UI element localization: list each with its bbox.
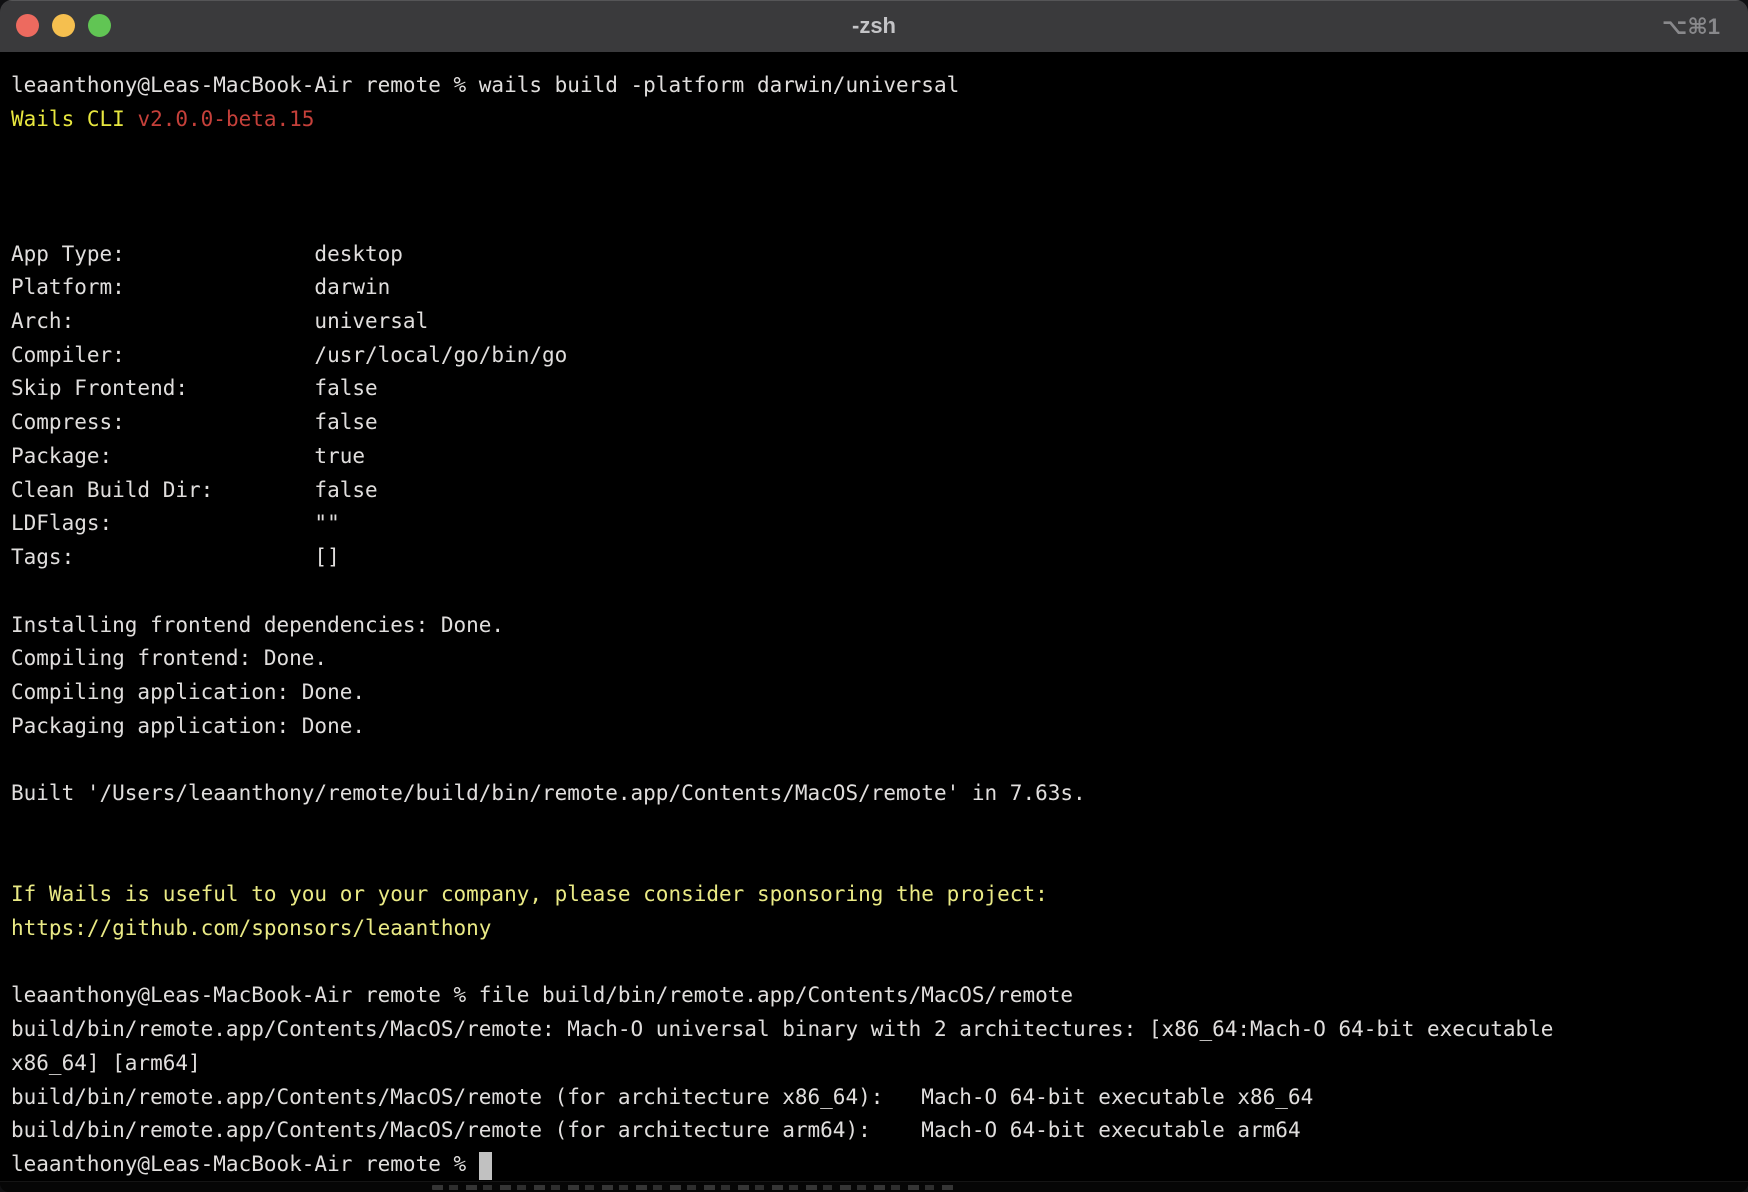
terminal-line <box>11 575 1738 609</box>
terminal-line: Platform: darwin <box>11 271 1738 305</box>
terminal-text-segment: Compiling frontend: Done. <box>11 646 327 670</box>
terminal-text-segment: Compiling application: Done. <box>11 680 365 704</box>
terminal-text-segment: leaanthony@Leas-MacBook-Air remote % fil… <box>11 983 1073 1007</box>
terminal-line: App Type: desktop <box>11 238 1738 272</box>
terminal-text-segment: Package: true <box>11 444 365 468</box>
terminal-line <box>11 845 1738 879</box>
terminal-text-segment: Compiler: /usr/local/go/bin/go <box>11 343 567 367</box>
terminal-text-segment: Skip Frontend: false <box>11 376 378 400</box>
terminal-line <box>11 743 1738 777</box>
terminal-line: Compiling frontend: Done. <box>11 642 1738 676</box>
terminal-line: x86_64] [arm64] <box>11 1047 1738 1081</box>
terminal-line <box>11 946 1738 980</box>
terminal-text-segment: Platform: darwin <box>11 275 390 299</box>
clipped-background-text <box>432 1185 957 1190</box>
terminal-cursor <box>479 1152 492 1180</box>
terminal-text-segment: Wails CLI <box>11 107 137 131</box>
terminal-line: If Wails is useful to you or your compan… <box>11 878 1738 912</box>
terminal-text-segment: leaanthony@Leas-MacBook-Air remote % wai… <box>11 73 959 97</box>
terminal-text-segment: https://github.com/sponsors/leaanthony <box>11 916 491 940</box>
terminal-line: Installing frontend dependencies: Done. <box>11 609 1738 643</box>
terminal-text-segment: App Type: desktop <box>11 242 403 266</box>
terminal-line: https://github.com/sponsors/leaanthony <box>11 912 1738 946</box>
terminal-line <box>11 204 1738 238</box>
terminal-text-segment: LDFlags: "" <box>11 511 340 535</box>
terminal-line: Wails CLI v2.0.0-beta.15 <box>11 103 1738 137</box>
terminal-line <box>11 811 1738 845</box>
terminal-text-segment: leaanthony@Leas-MacBook-Air remote % <box>11 1152 479 1176</box>
terminal-line: leaanthony@Leas-MacBook-Air remote % <box>11 1148 1738 1182</box>
terminal-line: build/bin/remote.app/Contents/MacOS/remo… <box>11 1013 1738 1047</box>
terminal-line: Packaging application: Done. <box>11 710 1738 744</box>
traffic-lights <box>16 14 111 37</box>
window-shortcut-badge: ⌥⌘1 <box>1662 0 1720 53</box>
terminal-line: Compiler: /usr/local/go/bin/go <box>11 339 1738 373</box>
terminal-text-segment: Packaging application: Done. <box>11 714 365 738</box>
terminal-line: Tags: [] <box>11 541 1738 575</box>
terminal-line: Compress: false <box>11 406 1738 440</box>
terminal-line: Clean Build Dir: false <box>11 474 1738 508</box>
terminal-text-segment: x86_64] [arm64] <box>11 1051 201 1075</box>
terminal-line: leaanthony@Leas-MacBook-Air remote % wai… <box>11 69 1738 103</box>
terminal-line: Skip Frontend: false <box>11 372 1738 406</box>
terminal-text-segment: Tags: [] <box>11 545 340 569</box>
terminal-output[interactable]: leaanthony@Leas-MacBook-Air remote % wai… <box>0 53 1748 1192</box>
terminal-text-segment: build/bin/remote.app/Contents/MacOS/remo… <box>11 1017 1553 1041</box>
window-title: -zsh <box>0 0 1748 53</box>
terminal-line: Arch: universal <box>11 305 1738 339</box>
terminal-line <box>11 136 1738 170</box>
terminal-line: Compiling application: Done. <box>11 676 1738 710</box>
window-titlebar[interactable]: -zsh ⌥⌘1 <box>0 0 1748 53</box>
terminal-line: Built '/Users/leaanthony/remote/build/bi… <box>11 777 1738 811</box>
close-button[interactable] <box>16 14 39 37</box>
terminal-text-segment: Arch: universal <box>11 309 428 333</box>
window-bottom-edge <box>0 1181 1748 1192</box>
terminal-line: build/bin/remote.app/Contents/MacOS/remo… <box>11 1114 1738 1148</box>
minimize-button[interactable] <box>52 14 75 37</box>
terminal-text-segment: v2.0.0-beta.15 <box>137 107 314 131</box>
zoom-button[interactable] <box>88 14 111 37</box>
terminal-line: Package: true <box>11 440 1738 474</box>
terminal-text-segment: Installing frontend dependencies: Done. <box>11 613 504 637</box>
terminal-text-segment: Compress: false <box>11 410 378 434</box>
terminal-line: leaanthony@Leas-MacBook-Air remote % fil… <box>11 979 1738 1013</box>
terminal-text-segment: Built '/Users/leaanthony/remote/build/bi… <box>11 781 1086 805</box>
terminal-text-segment: Clean Build Dir: false <box>11 478 378 502</box>
terminal-text-segment: build/bin/remote.app/Contents/MacOS/remo… <box>11 1085 1313 1109</box>
terminal-text-segment: If Wails is useful to you or your compan… <box>11 882 1048 906</box>
terminal-line: build/bin/remote.app/Contents/MacOS/remo… <box>11 1081 1738 1115</box>
terminal-line <box>11 170 1738 204</box>
terminal-window: -zsh ⌥⌘1 leaanthony@Leas-MacBook-Air rem… <box>0 0 1748 1192</box>
terminal-text-segment: build/bin/remote.app/Contents/MacOS/remo… <box>11 1118 1301 1142</box>
terminal-line: LDFlags: "" <box>11 507 1738 541</box>
